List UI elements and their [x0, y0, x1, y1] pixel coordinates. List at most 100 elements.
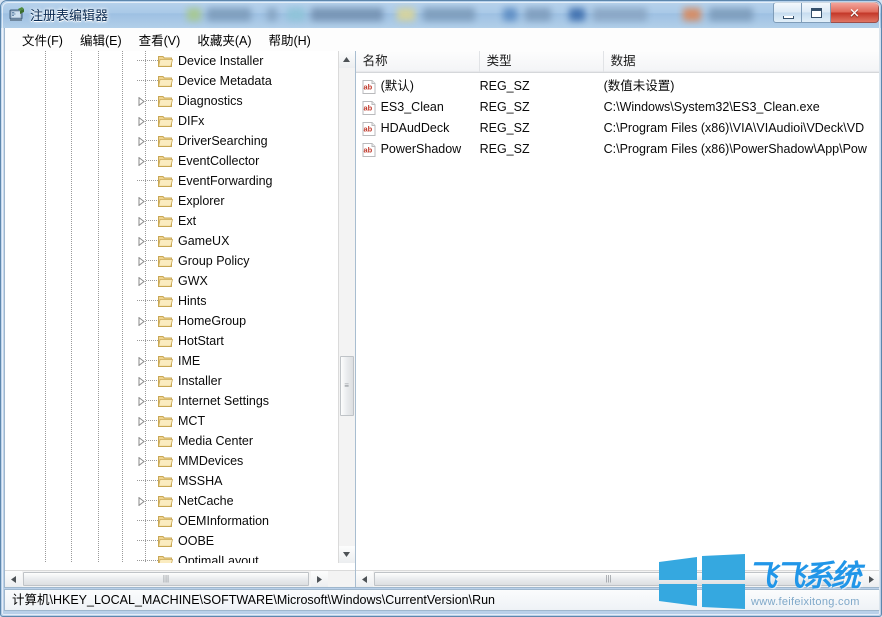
expand-triangle-icon[interactable]: [137, 277, 146, 286]
expand-triangle-icon[interactable]: [137, 457, 146, 466]
tree-item-ime[interactable]: IME: [5, 351, 338, 371]
tree-item-oobe[interactable]: OOBE: [5, 531, 338, 551]
expand-triangle-icon[interactable]: [137, 437, 146, 446]
tree-item-mmdevices[interactable]: MMDevices: [5, 451, 338, 471]
tree-item-homegroup[interactable]: HomeGroup: [5, 311, 338, 331]
maximize-restore-button[interactable]: [802, 2, 831, 23]
tree-item-mssha[interactable]: MSSHA: [5, 471, 338, 491]
registry-values-pane[interactable]: 名称 类型 数据 ab(默认)REG_SZ(数值未设置)abES3_CleanR…: [356, 51, 879, 587]
value-type: REG_SZ: [480, 141, 593, 158]
tree-item-label: Media Center: [178, 433, 253, 449]
menu-file[interactable]: 文件(F): [14, 27, 72, 52]
tree-horizontal-scrollbar[interactable]: |||: [5, 570, 355, 587]
tree-item-oeminformation[interactable]: OEMInformation: [5, 511, 338, 531]
tree-item-label: Device Metadata: [178, 73, 272, 89]
tree-item-label: MSSHA: [178, 473, 222, 489]
expand-triangle-icon[interactable]: [137, 157, 146, 166]
scroll-left-button[interactable]: [356, 571, 373, 587]
tree-item-internet-settings[interactable]: Internet Settings: [5, 391, 338, 411]
tree-connector: [146, 100, 158, 101]
list-horizontal-scrollbar[interactable]: |||: [356, 570, 879, 587]
expand-triangle-icon[interactable]: [137, 397, 146, 406]
scroll-up-button[interactable]: [339, 51, 355, 68]
tree-item-optimallayout[interactable]: OptimalLayout: [5, 551, 338, 563]
expand-triangle-icon[interactable]: [137, 317, 146, 326]
tree-item-group-policy[interactable]: Group Policy: [5, 251, 338, 271]
folder-icon: [158, 414, 173, 428]
folder-icon: [158, 334, 173, 348]
tree-item-hints[interactable]: Hints: [5, 291, 338, 311]
expand-triangle-icon[interactable]: [137, 417, 146, 426]
tree-items-container[interactable]: Device Installer Device Metadata Diagnosti…: [5, 51, 338, 563]
expand-triangle-icon[interactable]: [137, 217, 146, 226]
menu-help[interactable]: 帮助(H): [260, 27, 319, 52]
tree-vertical-scrollbar[interactable]: ≡: [338, 51, 355, 563]
expand-triangle-icon[interactable]: [137, 357, 146, 366]
tree-item-difx[interactable]: DIFx: [5, 111, 338, 131]
tree-item-ext[interactable]: Ext: [5, 211, 338, 231]
status-bar: 计算机\HKEY_LOCAL_MACHINE\SOFTWARE\Microsof…: [4, 589, 880, 611]
column-header-data[interactable]: 数据: [604, 51, 879, 72]
folder-icon: [158, 94, 173, 108]
value-data: (数值未设置): [604, 78, 878, 95]
expand-triangle-icon[interactable]: [137, 377, 146, 386]
folder-icon: [158, 114, 173, 128]
registry-key-tree-pane[interactable]: Device Installer Device Metadata Diagnosti…: [5, 51, 356, 587]
tree-item-label: IME: [178, 353, 200, 369]
column-header-type[interactable]: 类型: [480, 51, 604, 72]
menu-bar[interactable]: 文件(F) 编辑(E) 查看(V) 收藏夹(A) 帮助(H): [4, 28, 880, 51]
expand-triangle-icon[interactable]: [137, 97, 146, 106]
minimize-button[interactable]: [773, 2, 802, 23]
tree-item-label: Group Policy: [178, 253, 250, 269]
tree-item-gwx[interactable]: GWX: [5, 271, 338, 291]
tree-item-driversearching[interactable]: DriverSearching: [5, 131, 338, 151]
tree-item-explorer[interactable]: Explorer: [5, 191, 338, 211]
expand-triangle-icon[interactable]: [137, 257, 146, 266]
svg-text:ab: ab: [363, 125, 372, 134]
tree-item-netcache[interactable]: NetCache: [5, 491, 338, 511]
folder-icon: [158, 534, 173, 548]
registry-value-row[interactable]: abES3_CleanREG_SZC:\Windows\System32\ES3…: [356, 98, 879, 118]
tree-item-label: Internet Settings: [178, 393, 269, 409]
tree-item-device-metadata[interactable]: Device Metadata: [5, 71, 338, 91]
tree-hscroll-thumb[interactable]: |||: [23, 572, 309, 586]
tree-item-media-center[interactable]: Media Center: [5, 431, 338, 451]
menu-view[interactable]: 查看(V): [131, 27, 190, 52]
list-hscroll-thumb[interactable]: |||: [374, 572, 844, 586]
title-bar[interactable]: 注册表编辑器 ✕: [1, 1, 882, 28]
expand-triangle-icon[interactable]: [137, 197, 146, 206]
tree-item-gameux[interactable]: GameUX: [5, 231, 338, 251]
tree-item-diagnostics[interactable]: Diagnostics: [5, 91, 338, 111]
tree-item-installer[interactable]: Installer: [5, 371, 338, 391]
scroll-down-button[interactable]: [339, 546, 355, 563]
tree-scroll-thumb[interactable]: ≡: [340, 356, 354, 416]
tree-item-hotstart[interactable]: HotStart: [5, 331, 338, 351]
tree-connector: [146, 200, 158, 201]
expand-triangle-icon[interactable]: [137, 237, 146, 246]
tree-item-label: MCT: [178, 413, 205, 429]
expand-triangle-icon[interactable]: [137, 117, 146, 126]
tree-item-mct[interactable]: MCT: [5, 411, 338, 431]
registry-value-row[interactable]: ab(默认)REG_SZ(数值未设置): [356, 77, 879, 97]
list-column-headers[interactable]: 名称 类型 数据: [356, 51, 879, 73]
tree-connector: [146, 320, 158, 321]
tree-connector: [146, 460, 158, 461]
column-header-name[interactable]: 名称: [356, 51, 480, 72]
tree-item-device-installer[interactable]: Device Installer: [5, 51, 338, 71]
menu-favorites[interactable]: 收藏夹(A): [189, 27, 260, 52]
registry-value-row[interactable]: abHDAudDeckREG_SZC:\Program Files (x86)\…: [356, 119, 879, 139]
window-controls[interactable]: ✕: [773, 2, 879, 23]
tree-item-eventcollector[interactable]: EventCollector: [5, 151, 338, 171]
expand-triangle-icon[interactable]: [137, 497, 146, 506]
registry-value-row[interactable]: abPowerShadowREG_SZC:\Program Files (x86…: [356, 140, 879, 160]
tree-connector: [137, 520, 158, 521]
value-data: C:\Program Files (x86)\PowerShadow\App\P…: [604, 141, 878, 158]
expand-triangle-icon[interactable]: [137, 137, 146, 146]
string-value-icon: ab: [362, 122, 376, 136]
menu-edit[interactable]: 编辑(E): [72, 27, 131, 52]
close-button[interactable]: ✕: [831, 2, 879, 23]
scroll-right-button[interactable]: [863, 571, 879, 587]
scroll-right-button[interactable]: [311, 571, 328, 587]
scroll-left-button[interactable]: [5, 571, 22, 587]
tree-item-eventforwarding[interactable]: EventForwarding: [5, 171, 338, 191]
